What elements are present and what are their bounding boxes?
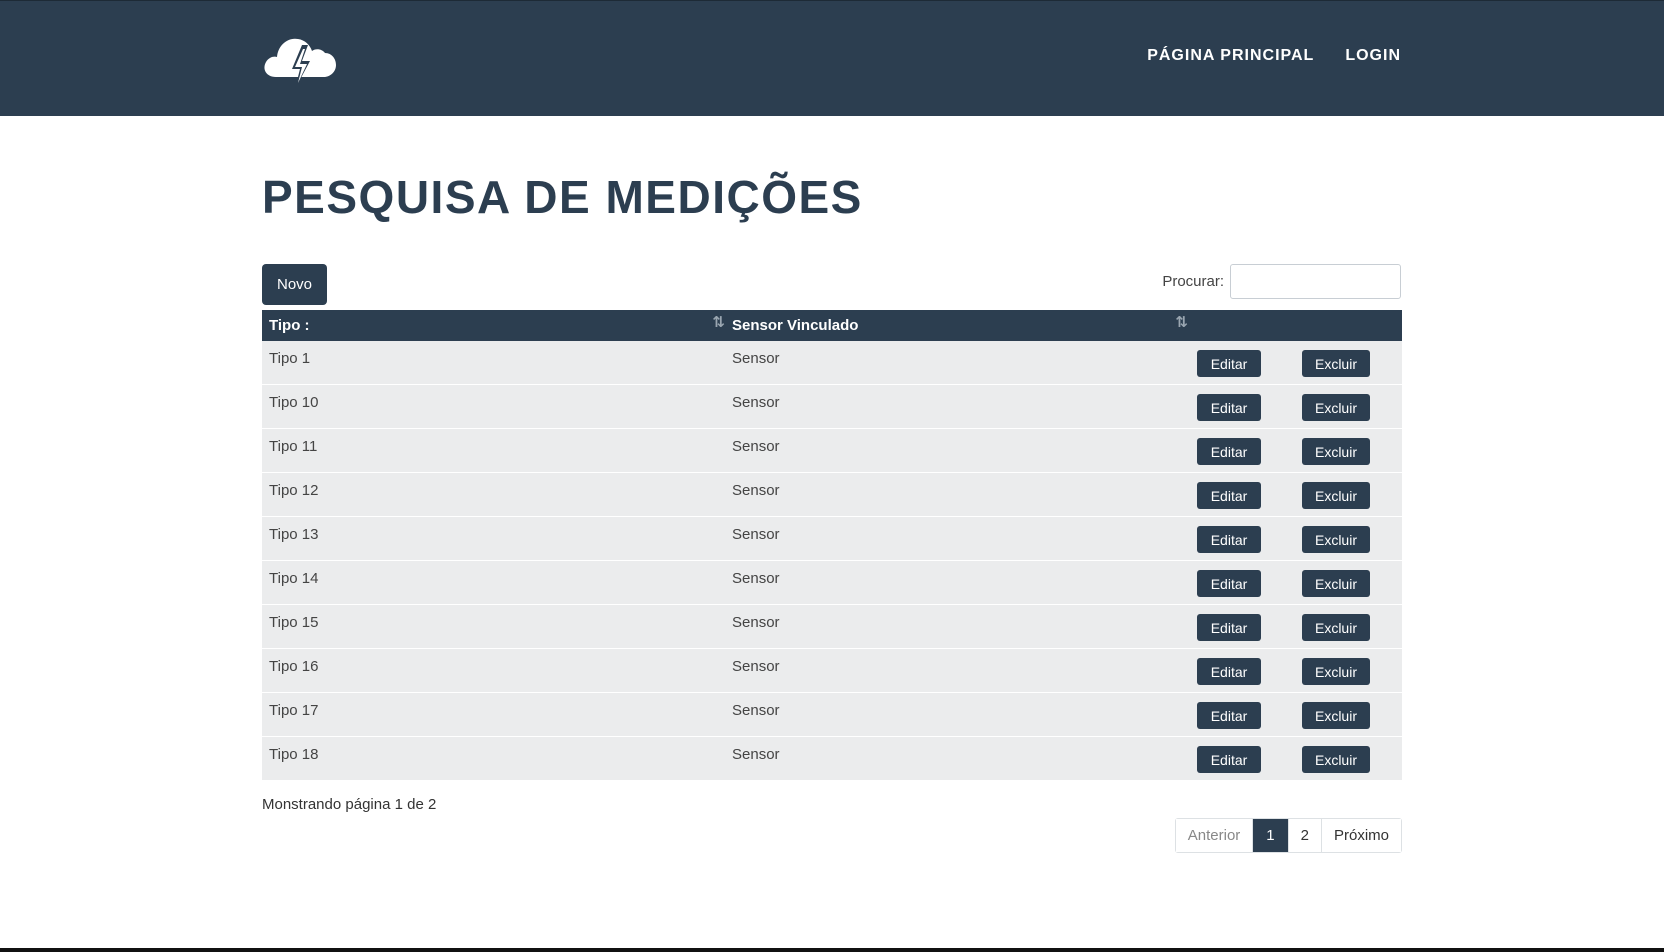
cell-tipo: Tipo 11 xyxy=(269,438,318,455)
edit-button[interactable]: Editar xyxy=(1197,746,1261,773)
edit-button[interactable]: Editar xyxy=(1197,570,1261,597)
cell-actions: Editar Excluir xyxy=(1188,473,1402,517)
column-header-sensor[interactable]: Sensor Vinculado ⇅ xyxy=(725,310,1188,341)
cell-tipo: Tipo 12 xyxy=(269,482,319,499)
cell-actions: Editar Excluir xyxy=(1188,517,1402,561)
nav-link-login[interactable]: LOGIN xyxy=(1345,47,1401,65)
cell-tipo: Tipo 1 xyxy=(269,350,311,367)
cell-sensor: Sensor xyxy=(732,702,780,719)
cell-sensor: Sensor xyxy=(732,570,780,587)
cell-tipo: Tipo 18 xyxy=(269,746,319,763)
cell-actions: Editar Excluir xyxy=(1188,605,1402,649)
cell-tipo: Tipo 10 xyxy=(269,394,319,411)
cell-sensor: Sensor xyxy=(732,746,780,763)
table-row: Tipo 14 Sensor Editar Excluir xyxy=(262,561,1402,605)
pagination-page-1[interactable]: 1 xyxy=(1253,819,1289,852)
main-nav: PÁGINA PRINCIPAL LOGIN xyxy=(1147,47,1401,65)
cell-tipo: Tipo 13 xyxy=(269,526,319,543)
pagination-prev-button[interactable]: Anterior xyxy=(1175,819,1254,852)
cloud-lightning-icon[interactable] xyxy=(262,27,338,93)
cell-actions: Editar Excluir xyxy=(1188,649,1402,693)
table-row: Tipo 16 Sensor Editar Excluir xyxy=(262,649,1402,693)
search-input[interactable] xyxy=(1230,264,1401,299)
cell-tipo: Tipo 17 xyxy=(269,702,319,719)
search-label: Procurar: xyxy=(1162,273,1224,290)
pagination-info: Monstrando página 1 de 2 xyxy=(262,796,437,813)
nav-link-pagina-principal[interactable]: PÁGINA PRINCIPAL xyxy=(1147,47,1314,65)
edit-button[interactable]: Editar xyxy=(1197,658,1261,685)
table-row: Tipo 17 Sensor Editar Excluir xyxy=(262,693,1402,737)
cell-sensor: Sensor xyxy=(732,658,780,675)
delete-button[interactable]: Excluir xyxy=(1302,438,1370,465)
delete-button[interactable]: Excluir xyxy=(1302,482,1370,509)
cell-sensor: Sensor xyxy=(732,350,780,367)
pagination: Anterior 1 2 Próximo xyxy=(1174,818,1402,853)
cell-tipo: Tipo 14 xyxy=(269,570,319,587)
table-header: Tipo : ⇅ Sensor Vinculado ⇅ xyxy=(262,310,1402,341)
edit-button[interactable]: Editar xyxy=(1197,526,1261,553)
cell-tipo: Tipo 16 xyxy=(269,658,319,675)
sort-icon[interactable]: ⇅ xyxy=(1175,313,1188,331)
cell-actions: Editar Excluir xyxy=(1188,693,1402,737)
sort-asc-icon[interactable]: ⇅ xyxy=(712,313,725,331)
cell-sensor: Sensor xyxy=(732,438,780,455)
delete-button[interactable]: Excluir xyxy=(1302,614,1370,641)
cell-actions: Editar Excluir xyxy=(1188,385,1402,429)
pagination-next-button[interactable]: Próximo xyxy=(1321,819,1401,852)
bottom-divider xyxy=(0,948,1664,952)
pagination-page-2[interactable]: 2 xyxy=(1288,819,1322,852)
column-header-tipo[interactable]: Tipo : ⇅ xyxy=(262,310,725,341)
page-title: PESQUISA DE MEDIÇÕES xyxy=(262,171,863,223)
cell-sensor: Sensor xyxy=(732,614,780,631)
cell-actions: Editar Excluir xyxy=(1188,341,1402,385)
table-body: Tipo 1 Sensor Editar Excluir Tipo 10 Sensor Ed… xyxy=(262,341,1402,781)
column-header-actions xyxy=(1188,310,1402,341)
cell-sensor: Sensor xyxy=(732,526,780,543)
table-row: Tipo 10 Sensor Editar Excluir xyxy=(262,385,1402,429)
edit-button[interactable]: Editar xyxy=(1197,482,1261,509)
column-header-sensor-label: Sensor Vinculado xyxy=(732,317,859,334)
cell-actions: Editar Excluir xyxy=(1188,737,1402,781)
measurements-table: Tipo : ⇅ Sensor Vinculado ⇅ Tipo 1 Sensor… xyxy=(262,310,1402,781)
edit-button[interactable]: Editar xyxy=(1197,350,1261,377)
table-row: Tipo 1 Sensor Editar Excluir xyxy=(262,341,1402,385)
delete-button[interactable]: Excluir xyxy=(1302,526,1370,553)
delete-button[interactable]: Excluir xyxy=(1302,394,1370,421)
cell-tipo: Tipo 15 xyxy=(269,614,319,631)
search-box: Procurar: xyxy=(1162,264,1401,299)
delete-button[interactable]: Excluir xyxy=(1302,570,1370,597)
delete-button[interactable]: Excluir xyxy=(1302,350,1370,377)
table-row: Tipo 18 Sensor Editar Excluir xyxy=(262,737,1402,781)
edit-button[interactable]: Editar xyxy=(1197,438,1261,465)
table-row: Tipo 11 Sensor Editar Excluir xyxy=(262,429,1402,473)
navbar: PÁGINA PRINCIPAL LOGIN xyxy=(0,0,1664,116)
table-row: Tipo 12 Sensor Editar Excluir xyxy=(262,473,1402,517)
delete-button[interactable]: Excluir xyxy=(1302,702,1370,729)
table-row: Tipo 13 Sensor Editar Excluir xyxy=(262,517,1402,561)
edit-button[interactable]: Editar xyxy=(1197,702,1261,729)
cell-actions: Editar Excluir xyxy=(1188,429,1402,473)
edit-button[interactable]: Editar xyxy=(1197,394,1261,421)
cell-sensor: Sensor xyxy=(732,482,780,499)
cell-actions: Editar Excluir xyxy=(1188,561,1402,605)
delete-button[interactable]: Excluir xyxy=(1302,658,1370,685)
column-header-tipo-label: Tipo : xyxy=(269,317,310,334)
table-row: Tipo 15 Sensor Editar Excluir xyxy=(262,605,1402,649)
new-button[interactable]: Novo xyxy=(262,264,327,305)
edit-button[interactable]: Editar xyxy=(1197,614,1261,641)
delete-button[interactable]: Excluir xyxy=(1302,746,1370,773)
cell-sensor: Sensor xyxy=(732,394,780,411)
